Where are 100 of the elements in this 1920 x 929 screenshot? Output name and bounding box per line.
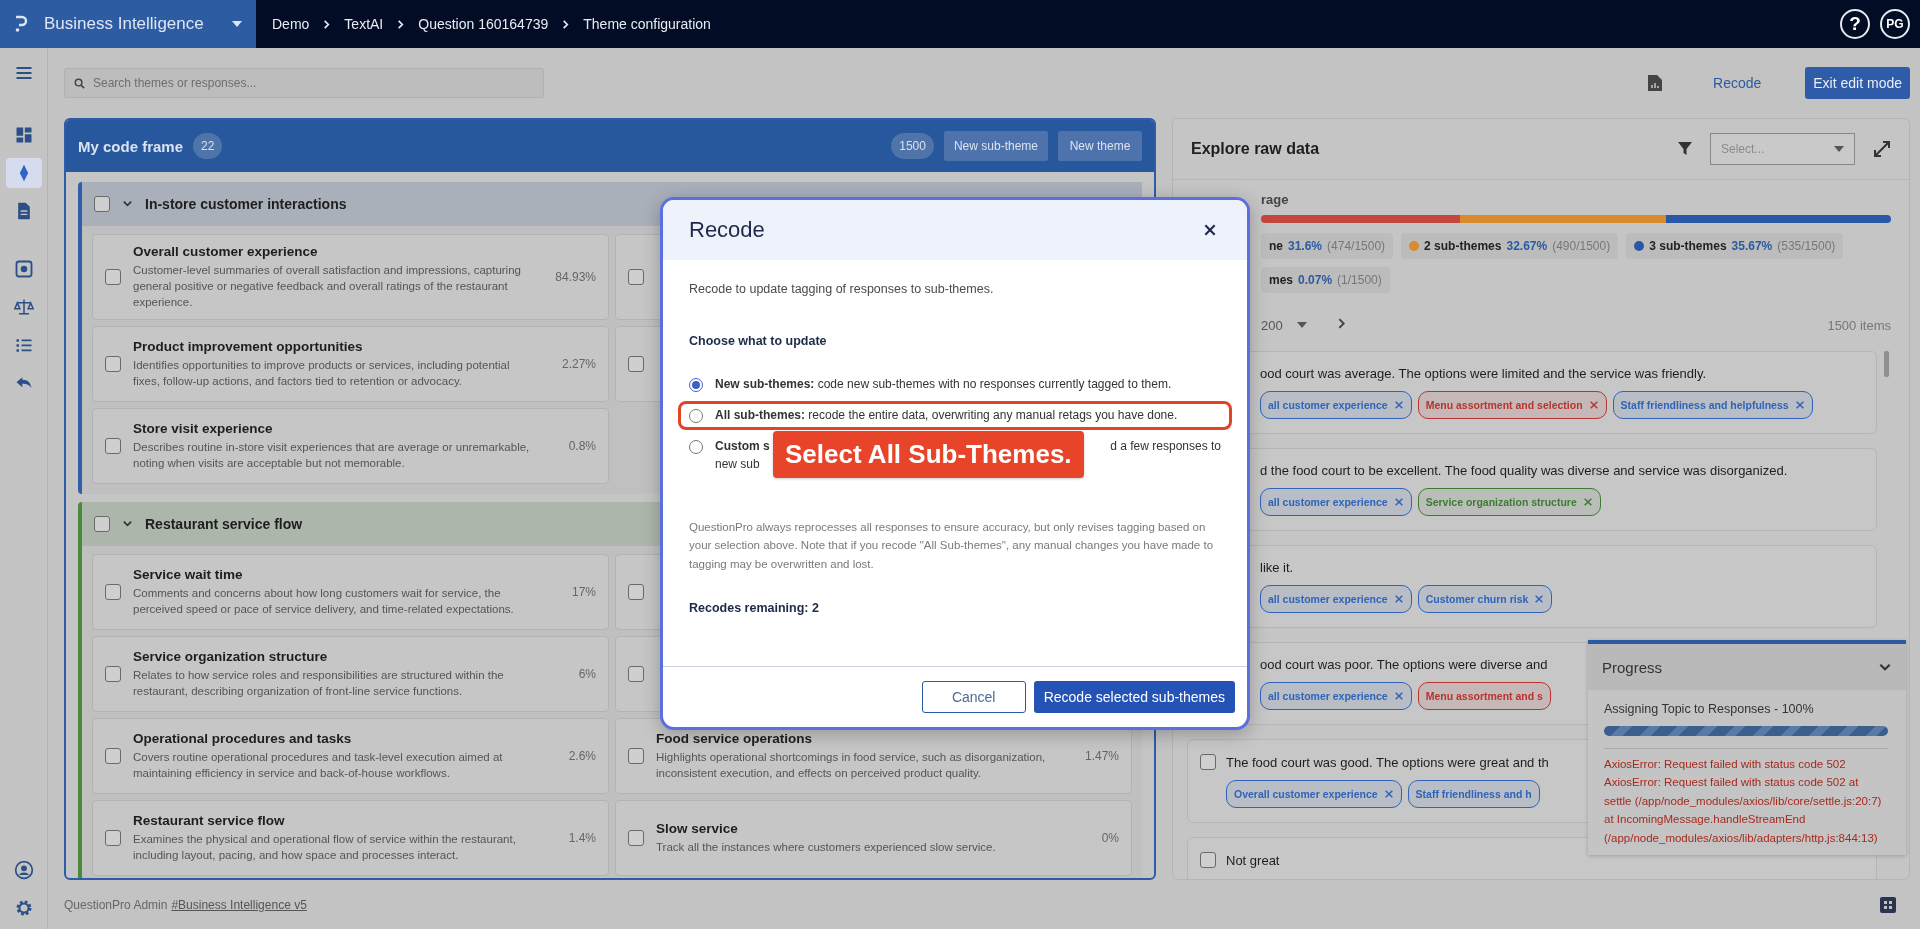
group-title[interactable]: Restaurant service flow: [145, 516, 303, 533]
sub-theme-card[interactable]: Product improvement opportunities Identifies opportunities to improve products or services, including potential fixes, follow-up actions, and factors tied to retention or advocacy. 2.27%: [92, 326, 609, 403]
sub-theme-percent: 6%: [577, 667, 596, 682]
sub-theme-card[interactable]: Service organization structure Relates to how service roles and responsibilities are structured within the restaurant, describing organization of front-line service functions. 6%: [92, 636, 609, 713]
progress-label: Assigning Topic to Responses - 100%: [1604, 702, 1815, 716]
sub-theme-description: Track all the instances where customers experienced slow service.: [656, 840, 997, 856]
close-icon: [1588, 400, 1599, 410]
close-icon: [1534, 594, 1545, 604]
sub-theme-title: Product improvement opportunities: [133, 339, 364, 355]
sub-theme-description: Examines the physical and operational flow of service within the restaurant, including layout, pacing, and how space and processes interact.: [133, 832, 517, 864]
sub-theme-card[interactable]: Operational procedures and tasks Covers routine operational procedures and task-level execution aimed at maintaining efficiency in service and back-of-house workflows. 2.6%: [92, 718, 609, 795]
checkbox[interactable]: [105, 438, 121, 455]
response-text: like it.: [1260, 560, 1294, 575]
recode-button[interactable]: Recode selected sub-themes: [1033, 681, 1235, 713]
footer-text: QuestionPro Admin: [64, 897, 168, 912]
sub-theme-card[interactable]: Restaurant service flow Examines the physical and operational flow of service within the restaurant, including layout, pacing, and how space and processes interact. 1.4%: [92, 800, 609, 877]
page-size[interactable]: 200: [1261, 317, 1283, 333]
checkbox[interactable]: [1200, 852, 1216, 868]
checkbox[interactable]: [105, 748, 121, 765]
response-text: ood court was average. The options were limited and the service was friendly.: [1260, 366, 1707, 381]
caret-icon: [1834, 146, 1844, 152]
option-label[interactable]: New sub-themes: code new sub-themes with no responses currently tagged to them.: [715, 377, 1172, 391]
response-text: The food court was good. The options were great and th: [1226, 754, 1549, 770]
total-badge: 1500: [891, 133, 934, 159]
legend-item: 2 sub-themes 32.67% (490/1500): [1401, 233, 1619, 259]
header-button[interactable]: New sub-theme: [943, 131, 1048, 161]
version-link[interactable]: #Business Intelligence v5: [171, 897, 307, 912]
help-button[interactable]: ?: [1840, 9, 1870, 39]
dialog-note: QuestionPro always reprocesses all responses to ensure accuracy, but only revises tagging based on your selection above. Note that if you recode "All Sub-themes", any manual changes you have made to tagging may be overwritten and lost.: [689, 520, 1215, 572]
app-title: Business Intelligence: [44, 14, 205, 34]
sub-theme-title: Slow service: [656, 821, 739, 837]
sub-theme-description: Describes routine in-store visit experiences that are average or unremarkable, noting when visits are acceptable but not memorable.: [133, 440, 531, 472]
recode-link[interactable]: Recode: [1713, 75, 1762, 91]
sub-theme-percent: 1.4%: [567, 831, 596, 846]
search-field[interactable]: Search themes or responses...: [64, 68, 544, 98]
checkbox[interactable]: [105, 269, 121, 286]
breadcrumb-link[interactable]: Question 160164739: [418, 16, 549, 32]
close-icon: [1393, 691, 1404, 701]
option-label[interactable]: Custom s: [715, 439, 770, 453]
expand-icon[interactable]: [1873, 140, 1891, 158]
sub-theme-title: Store visit experience: [133, 421, 274, 437]
checkbox[interactable]: [628, 269, 644, 286]
checkbox[interactable]: [105, 666, 121, 683]
chevron-down-icon: [122, 518, 133, 530]
sub-theme-title: Operational procedures and tasks: [133, 731, 353, 747]
scale-icon: [13, 297, 34, 317]
panel-title: Explore raw data: [1191, 140, 1321, 158]
checkbox[interactable]: [94, 196, 110, 212]
sub-theme-percent: 2.27%: [560, 357, 596, 372]
checkbox[interactable]: [105, 830, 121, 847]
apps-grid-icon[interactable]: [1880, 896, 1896, 913]
checkbox[interactable]: [628, 356, 644, 373]
sub-theme-description: Covers routine operational procedures and task-level execution aimed at maintaining efficiency in service and back-of-house workflows.: [133, 750, 504, 782]
close-icon: [1203, 223, 1217, 237]
checkbox[interactable]: [94, 516, 110, 533]
filter-icon[interactable]: [1678, 142, 1692, 156]
caret-icon: [1296, 322, 1307, 328]
close-icon: [1393, 400, 1404, 410]
scrollbar-thumb[interactable]: [1884, 351, 1889, 377]
response-text: d the food court to be excellent. The food quality was diverse and service was disorganized.: [1260, 463, 1788, 478]
breadcrumb-link[interactable]: Demo: [272, 16, 310, 32]
coverage-label: rage: [1261, 192, 1290, 207]
checkbox[interactable]: [628, 666, 644, 683]
sub-theme-card[interactable]: Service wait time Comments and concerns about how long customers wait for service, the perceived speed or pace of service delivery, and time-related expectations. 17%: [92, 554, 609, 631]
cancel-button[interactable]: Cancel: [921, 681, 1026, 713]
breadcrumb-current[interactable]: Theme configuration: [583, 16, 711, 32]
sub-theme-title: Food service operations: [656, 731, 814, 747]
sub-theme-percent: 1.47%: [1083, 749, 1119, 764]
chevron-down-icon: [122, 198, 133, 209]
checkbox[interactable]: [105, 584, 121, 601]
sub-theme-title: Service organization structure: [133, 649, 329, 665]
recodes-remaining: Recodes remaining: 2: [689, 601, 820, 616]
sub-theme-card[interactable]: Store visit experience Describes routine in-store visit experiences that are average or unremarkable, noting when visits are acceptable but not memorable. 0.8%: [92, 408, 609, 485]
close-icon: [1582, 497, 1593, 507]
count-badge: 22: [193, 133, 223, 159]
close-icon: [1393, 497, 1404, 507]
sub-theme-description: Comments and concerns about how long customers wait for service, the perceived speed or pace of service delivery, and time-related expectations.: [133, 586, 515, 618]
sub-theme-title: Service wait time: [133, 567, 244, 583]
document-chart-icon[interactable]: [1647, 74, 1663, 92]
item-count: 1500 items: [1827, 317, 1891, 333]
close-icon: [1794, 400, 1805, 410]
header-button[interactable]: New theme: [1058, 131, 1142, 161]
checkbox[interactable]: [628, 830, 644, 847]
sub-theme-card[interactable]: Overall customer experience Customer-level summaries of overall satisfaction and impressions, capturing general positive or negative feedback and overall ratings of the restaurant experience. 84.93%: [92, 234, 609, 321]
logo-icon: [14, 15, 28, 33]
sub-theme-percent: 0%: [1100, 831, 1119, 846]
checkbox[interactable]: [1200, 754, 1216, 770]
rail-button[interactable]: [5, 158, 42, 188]
sub-theme-card[interactable]: Slow service Track all the instances where customers experienced slow service. 0%: [615, 800, 1132, 877]
sub-theme-description: Highlights operational shortcomings in food service, such as disorganization, inconsistent execution, and effects on perceived product quality.: [656, 750, 1047, 782]
user-avatar[interactable]: PG: [1880, 9, 1910, 39]
checkbox[interactable]: [628, 584, 644, 601]
checkbox[interactable]: [105, 356, 121, 373]
checkbox[interactable]: [628, 748, 644, 765]
group-title[interactable]: In-store customer interactions: [145, 196, 347, 212]
legend-item: 3 sub-themes 35.67% (535/1500): [1626, 233, 1844, 259]
panel-title: My code frame: [78, 137, 184, 155]
exit-edit-mode-button[interactable]: Exit edit mode: [1805, 67, 1910, 99]
breadcrumb-link[interactable]: TextAI: [344, 16, 384, 32]
option-label[interactable]: All sub-themes: recode the entire data, overwriting any manual retags you have done.: [715, 408, 1178, 422]
